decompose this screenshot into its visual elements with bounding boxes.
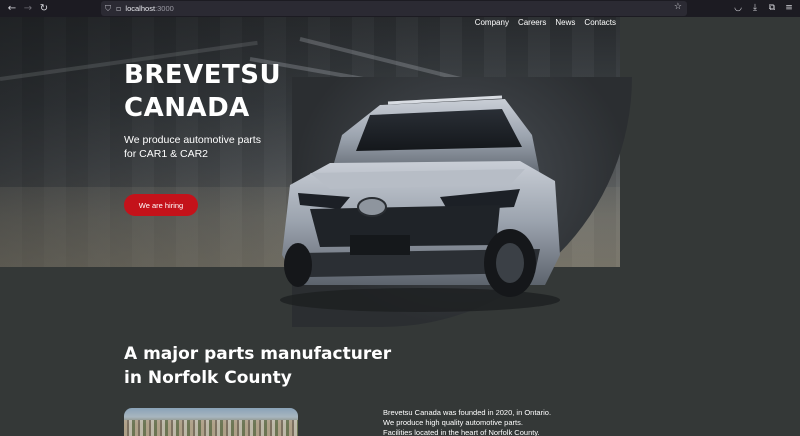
reload-icon[interactable]: ↻ <box>38 2 50 14</box>
download-icon[interactable]: ⤓ <box>750 2 760 14</box>
bookmark-star-icon[interactable]: ☆ <box>674 2 682 12</box>
suv-image <box>280 95 560 312</box>
town-skyline <box>124 420 298 436</box>
about-line: We produce high quality automotive parts… <box>383 418 523 427</box>
brand-title: BREVETSU CANADA <box>124 59 281 125</box>
brand-line-2: CANADA <box>124 93 250 123</box>
extensions-icon[interactable]: ⧉ <box>767 2 777 14</box>
main-nav: Company Careers News Contacts <box>475 17 620 30</box>
about-text: Brevetsu Canada was founded in 2020, in … <box>383 408 583 436</box>
browser-toolbar: ← → ↻ ⛉ ▫ localhost:3000 ☆ ◡ ⤓ ⧉ ≡ <box>0 0 800 17</box>
nav-careers[interactable]: Careers <box>518 17 546 30</box>
section-title-line-2: in Norfolk County <box>124 368 292 388</box>
county-photo <box>124 408 298 436</box>
hero-tagline: We produce automotive parts for CAR1 & C… <box>124 134 261 160</box>
url-text[interactable]: localhost:3000 <box>125 4 173 13</box>
forward-icon[interactable]: → <box>22 2 34 14</box>
nav-news[interactable]: News <box>555 17 575 30</box>
brand-line-1: BREVETSU <box>124 60 282 90</box>
menu-icon[interactable]: ≡ <box>784 2 794 14</box>
pocket-icon[interactable]: ◡ <box>733 2 743 14</box>
shield-icon[interactable]: ⛉ <box>105 4 111 14</box>
nav-company[interactable]: Company <box>475 17 509 30</box>
section-title: A major parts manufacturer in Norfolk Co… <box>124 342 391 390</box>
hiring-button[interactable]: We are hiring <box>124 194 198 216</box>
about-line: Facilities located in the heart of Norfo… <box>383 428 540 436</box>
address-bar[interactable]: ⛉ ▫ localhost:3000 ☆ <box>101 1 687 16</box>
about-line: Brevetsu Canada was founded in 2020, in … <box>383 408 552 417</box>
back-icon[interactable]: ← <box>6 2 18 14</box>
section-title-line-1: A major parts manufacturer <box>124 344 392 364</box>
page-icon: ▫ <box>116 4 122 13</box>
page: Company Careers News Contacts BREVETSU C… <box>0 17 800 436</box>
nav-contacts[interactable]: Contacts <box>584 17 616 30</box>
